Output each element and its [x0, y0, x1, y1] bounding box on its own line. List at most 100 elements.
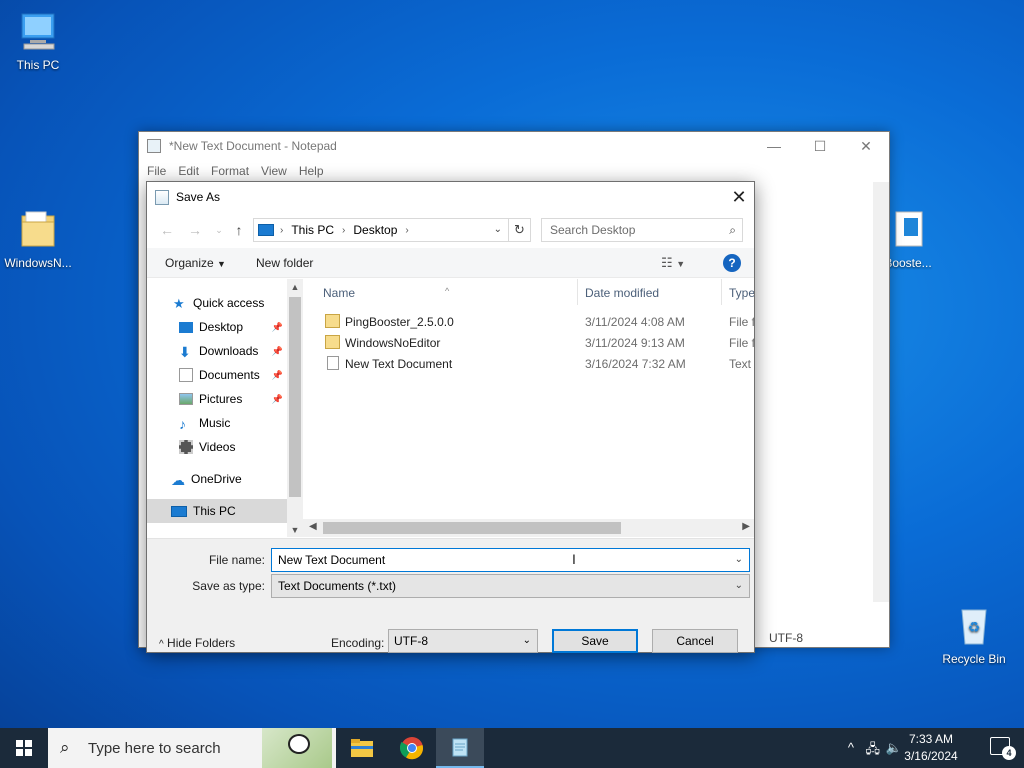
breadcrumb-desktop[interactable]: Desktop: [353, 223, 397, 237]
dialog-close-button[interactable]: ✕: [724, 182, 754, 212]
search-highlight-panda-image[interactable]: [262, 728, 332, 768]
save-button[interactable]: Save: [552, 629, 638, 653]
menu-file[interactable]: File: [141, 164, 172, 178]
folder-icon: [325, 335, 340, 349]
text-file-icon: [327, 356, 339, 370]
file-list-horizontal-scrollbar[interactable]: ◀ ▶: [303, 519, 754, 537]
windows-logo-icon: [16, 740, 32, 756]
scrollbar-thumb[interactable]: [323, 522, 621, 534]
hide-folders-button[interactable]: ^ Hide Folders: [159, 636, 235, 650]
computer-icon: [16, 10, 60, 54]
star-icon: ★: [173, 296, 185, 311]
system-tray: ^ 🖧 🔈 7:33 AM 3/16/2024 4: [824, 728, 1024, 768]
file-date: 3/11/2024 9:13 AM: [585, 336, 685, 350]
scroll-left-arrow-icon[interactable]: ◀: [309, 521, 317, 532]
nav-item-videos[interactable]: Videos: [147, 435, 287, 459]
start-button[interactable]: [0, 728, 48, 768]
search-placeholder: Search Desktop: [550, 223, 636, 237]
desktop-icon-windowsnoeditor[interactable]: WindowsN...: [0, 208, 76, 270]
chevron-down-icon: ⌄: [734, 580, 743, 591]
dialog-titlebar[interactable]: Save As: [147, 182, 754, 212]
status-encoding: UTF-8: [769, 631, 803, 645]
view-options-icon[interactable]: ☷ ▼: [661, 255, 685, 271]
address-bar[interactable]: › This PC › Desktop › ⌄ ↻: [253, 218, 531, 242]
back-arrow-icon[interactable]: ←: [157, 218, 177, 242]
clock[interactable]: 7:33 AM 3/16/2024: [896, 732, 966, 763]
cancel-button[interactable]: Cancel: [652, 629, 738, 653]
column-type[interactable]: Type: [729, 286, 754, 300]
file-row[interactable]: WindowsNoEditor 3/11/2024 9:13 AM File f…: [303, 332, 754, 353]
encoding-select[interactable]: UTF-8 ⌄: [388, 629, 538, 653]
nav-item-onedrive[interactable]: ☁ OneDrive: [147, 467, 287, 491]
desktop-icon-this-pc[interactable]: This PC: [0, 10, 76, 72]
chevron-down-icon[interactable]: ⌄: [735, 554, 743, 565]
taskbar-chrome[interactable]: [388, 728, 436, 768]
nav-label: Music: [199, 416, 231, 430]
nav-label: OneDrive: [191, 472, 242, 486]
nav-item-desktop[interactable]: Desktop 📌: [147, 315, 287, 339]
refresh-icon[interactable]: ↻: [508, 219, 530, 241]
breadcrumb-separator-icon: ›: [280, 224, 284, 236]
notepad-vertical-scrollbar[interactable]: [873, 182, 889, 602]
close-button[interactable]: ✕: [843, 132, 889, 160]
file-type: File fo: [729, 315, 754, 329]
nav-label: This PC: [193, 504, 236, 518]
forward-arrow-icon[interactable]: →: [185, 218, 205, 242]
recent-locations-chevron-icon[interactable]: ⌄: [209, 218, 229, 242]
search-input[interactable]: Search Desktop ⌕: [541, 218, 743, 242]
notifications-icon[interactable]: 4: [990, 737, 1016, 760]
taskbar-notepad[interactable]: [436, 728, 484, 768]
scroll-right-arrow-icon[interactable]: ▶: [742, 521, 750, 532]
save-as-dialog[interactable]: Save As ✕ ← → ⌄ ↑ › This PC › Desktop › …: [146, 181, 755, 653]
folder-icon: [351, 739, 373, 757]
column-name[interactable]: Name: [323, 286, 355, 300]
save-as-type-select[interactable]: Text Documents (*.txt) ⌄: [271, 574, 750, 598]
menu-format[interactable]: Format: [205, 164, 255, 178]
minimize-button[interactable]: —: [751, 132, 797, 160]
caret-down-icon: ▼: [217, 259, 226, 269]
film-icon: [179, 440, 193, 454]
nav-item-quick-access[interactable]: ★ Quick access: [147, 291, 287, 315]
nav-item-this-pc[interactable]: This PC: [147, 499, 287, 523]
organize-label: Organize: [165, 256, 214, 270]
maximize-button[interactable]: ☐: [797, 132, 843, 160]
new-folder-button[interactable]: New folder: [256, 256, 313, 270]
breadcrumb-this-pc[interactable]: This PC: [291, 223, 334, 237]
breadcrumb-separator-icon: ›: [342, 224, 346, 236]
download-arrow-icon: ⬇: [179, 344, 191, 360]
file-row[interactable]: New Text Document 3/16/2024 7:32 AM Text…: [303, 353, 754, 374]
nav-item-downloads[interactable]: ⬇ Downloads 📌: [147, 339, 287, 363]
file-list: ^ Name Date modified Type PingBooster_2.…: [303, 279, 754, 537]
computer-icon: [258, 224, 274, 236]
scrollbar-thumb[interactable]: [289, 297, 301, 497]
navigation-pane: ★ Quick access Desktop 📌 ⬇ Downloads 📌 D…: [147, 279, 287, 537]
scroll-up-arrow-icon[interactable]: ▲: [287, 282, 303, 292]
notepad-menubar: File Edit Format View Help: [139, 160, 889, 182]
up-arrow-icon[interactable]: ↑: [229, 218, 249, 242]
nav-item-music[interactable]: ♪ Music: [147, 411, 287, 435]
menu-edit[interactable]: Edit: [172, 164, 205, 178]
chevron-down-icon[interactable]: ⌄: [494, 224, 502, 235]
desktop-icon-recycle-bin[interactable]: ♻ Recycle Bin: [936, 604, 1012, 666]
scroll-down-arrow-icon[interactable]: ▼: [287, 525, 303, 535]
organize-button[interactable]: Organize ▼: [165, 256, 226, 270]
chevron-up-icon[interactable]: ^: [848, 740, 854, 755]
chevron-down-icon: ⌄: [522, 635, 531, 646]
file-row[interactable]: PingBooster_2.5.0.0 3/11/2024 4:08 AM Fi…: [303, 311, 754, 332]
nav-item-documents[interactable]: Documents 📌: [147, 363, 287, 387]
dialog-toolbar: Organize ▼ New folder ☷ ▼ ?: [147, 248, 754, 278]
menu-view[interactable]: View: [255, 164, 293, 178]
taskbar-file-explorer[interactable]: [338, 728, 386, 768]
file-name-input[interactable]: New Text Document I ⌄: [271, 548, 750, 572]
network-icon[interactable]: 🖧: [866, 740, 881, 762]
desktop-icon: [179, 321, 193, 333]
menu-help[interactable]: Help: [293, 164, 330, 178]
nav-pane-scrollbar[interactable]: ▲ ▼: [287, 279, 303, 537]
nav-item-pictures[interactable]: Pictures 📌: [147, 387, 287, 411]
column-date-modified[interactable]: Date modified: [585, 286, 659, 300]
clock-date: 3/16/2024: [904, 749, 958, 763]
nav-label: Videos: [199, 440, 236, 454]
taskbar-search-box[interactable]: ⌕ Type here to search: [48, 728, 336, 768]
help-icon[interactable]: ?: [723, 254, 741, 272]
desktop-icon-label: This PC: [16, 58, 60, 72]
